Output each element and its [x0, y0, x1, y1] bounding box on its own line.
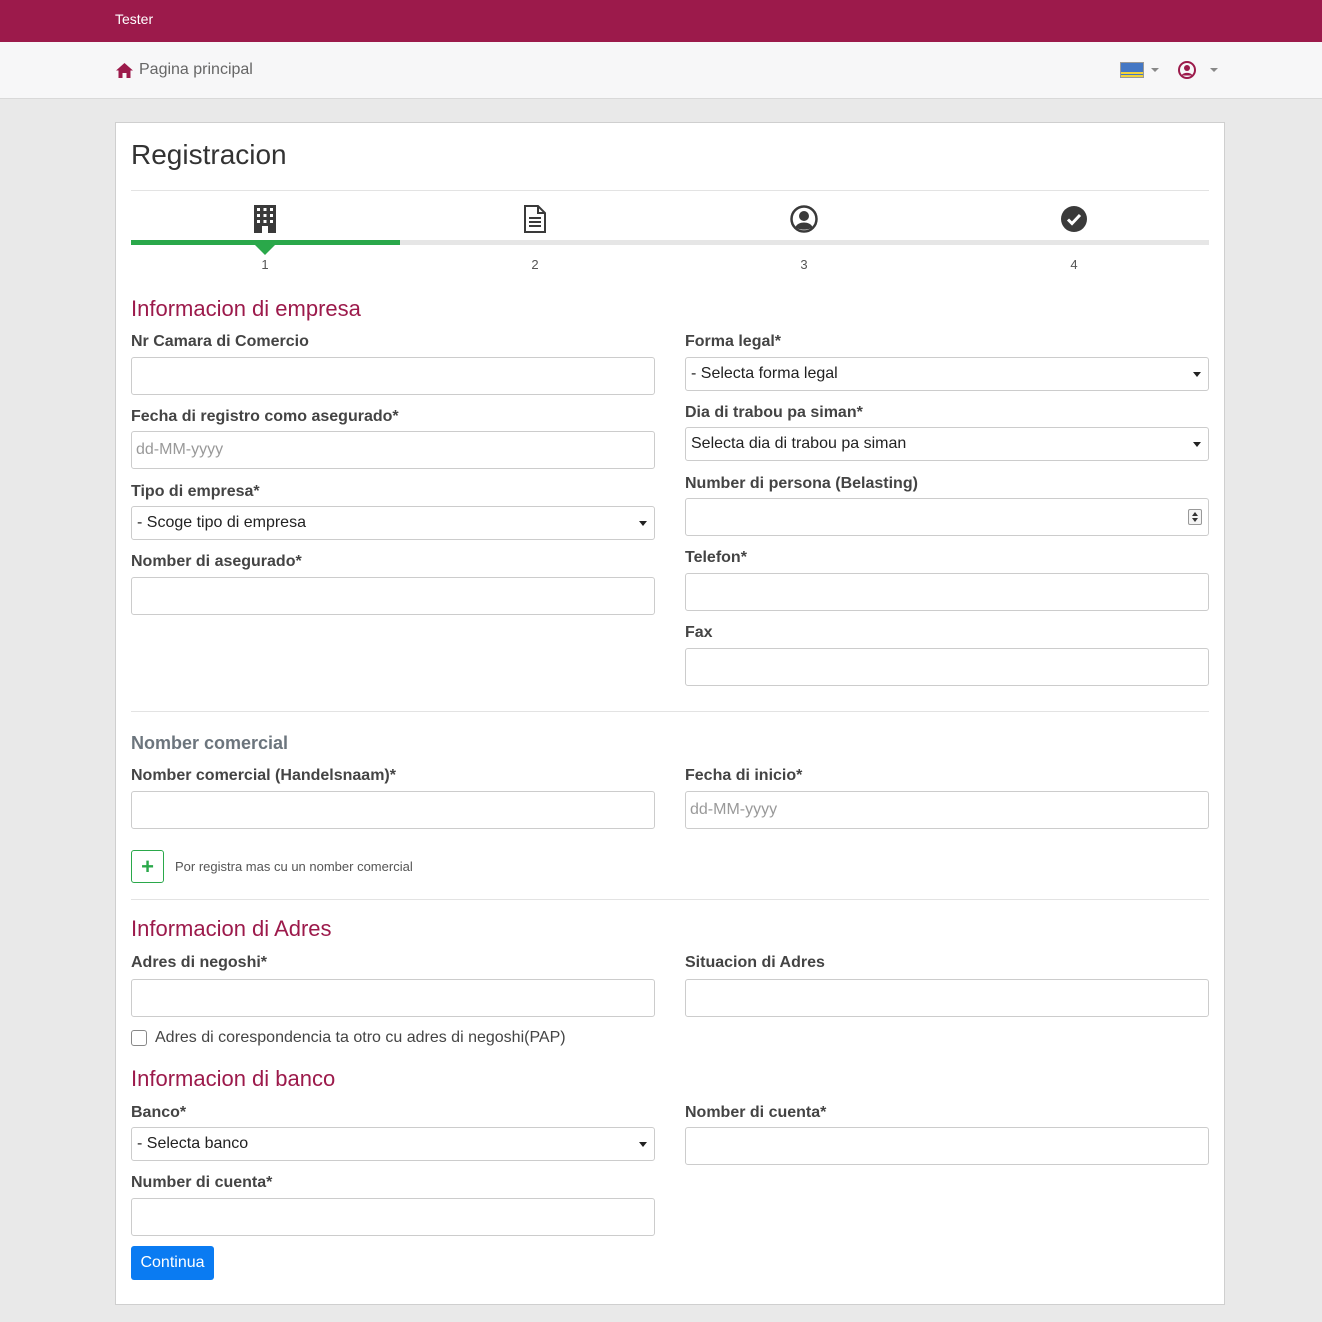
user-circle-icon	[790, 205, 818, 233]
user-menu-dropdown[interactable]	[1178, 61, 1218, 79]
step-1[interactable]	[251, 205, 279, 233]
chevron-down-icon	[639, 521, 647, 526]
number-spinner[interactable]	[1188, 509, 1202, 525]
situacion-adres-input[interactable]	[685, 979, 1209, 1017]
step-4[interactable]	[1060, 205, 1088, 233]
add-comercial-button[interactable]: +	[131, 850, 164, 883]
divider	[131, 899, 1209, 900]
dia-trabou-select[interactable]: Selecta dia di trabou pa siman	[685, 427, 1209, 461]
chevron-down-icon	[1193, 442, 1201, 447]
section-title-comercial: Nomber comercial	[131, 733, 289, 753]
section-title-empresa: Informacion di empresa	[131, 296, 361, 321]
check-circle-icon	[1061, 206, 1087, 232]
aruba-flag-icon	[1120, 62, 1144, 78]
number-persona-label: Number di persona (Belasting)	[685, 475, 918, 492]
step-2[interactable]	[521, 205, 549, 233]
corespondencia-checkbox-label[interactable]: Adres di corespondencia ta otro cu adres…	[155, 1029, 566, 1047]
number-persona-input[interactable]	[685, 498, 1209, 536]
telefon-input[interactable]	[685, 573, 1209, 611]
registration-card: Registracion 1 2 3 4 Informacion di empr…	[115, 122, 1225, 1305]
divider	[131, 711, 1209, 712]
fecha-inicio-label: Fecha di inicio*	[685, 767, 803, 784]
brand-name[interactable]: Tester	[115, 11, 153, 27]
chevron-down-icon	[1210, 68, 1218, 72]
forma-legal-select[interactable]: - Selecta forma legal	[685, 357, 1209, 391]
fax-input[interactable]	[685, 648, 1209, 686]
nr-camara-input[interactable]	[131, 357, 655, 395]
section-title-adres: Informacion di Adres	[131, 916, 332, 941]
dia-trabou-label: Dia di trabou pa siman*	[685, 404, 863, 421]
step-1-number: 1	[261, 257, 269, 272]
step-3[interactable]	[790, 205, 818, 233]
step-progress: 1 2 3 4	[131, 203, 1209, 273]
tipo-empresa-label: Tipo di empresa*	[131, 483, 260, 500]
spinner-down-icon	[1192, 518, 1198, 522]
page-title: Registracion	[131, 139, 287, 170]
step-2-number: 2	[531, 257, 539, 272]
banco-select[interactable]: - Selecta banco	[131, 1127, 655, 1161]
nomber-asegurado-input[interactable]	[131, 577, 655, 615]
banco-value: - Selecta banco	[137, 1135, 249, 1152]
chevron-down-icon	[1193, 372, 1201, 377]
number-cuenta-label: Number di cuenta*	[131, 1174, 273, 1191]
fecha-inicio-input[interactable]: dd-MM-yyyy	[685, 791, 1209, 829]
chevron-down-icon	[639, 1142, 647, 1147]
adres-negoshi-input[interactable]	[131, 979, 655, 1017]
fecha-registro-input[interactable]: dd-MM-yyyy	[131, 431, 655, 469]
section-title-banco: Informacion di banco	[131, 1066, 336, 1091]
forma-legal-value: - Selecta forma legal	[691, 365, 838, 382]
add-comercial-text: Por registra mas cu un nomber comercial	[175, 859, 413, 874]
number-cuenta-input[interactable]	[131, 1198, 655, 1236]
nomber-comercial-label: Nomber comercial (Handelsnaam)*	[131, 767, 396, 784]
tipo-empresa-value: - Scoge tipo di empresa	[137, 514, 306, 531]
building-icon	[254, 205, 276, 233]
nomber-comercial-input[interactable]	[131, 791, 655, 829]
home-link-label: Pagina principal	[139, 61, 253, 78]
adres-negoshi-label: Adres di negoshi*	[131, 954, 268, 971]
step-4-number: 4	[1070, 257, 1078, 272]
home-link[interactable]: Pagina principal	[115, 61, 253, 79]
step-3-number: 3	[800, 257, 808, 272]
dia-trabou-value: Selecta dia di trabou pa siman	[691, 435, 907, 452]
banco-label: Banco*	[131, 1104, 187, 1121]
continue-button[interactable]: Continua	[131, 1246, 214, 1280]
fecha-registro-label: Fecha di registro como asegurado*	[131, 408, 399, 425]
home-icon	[116, 62, 133, 78]
divider	[131, 190, 1209, 191]
fax-label: Fax	[685, 624, 713, 641]
nomber-cuenta-input[interactable]	[685, 1127, 1209, 1165]
nomber-asegurado-label: Nomber di asegurado*	[131, 553, 302, 570]
forma-legal-label: Forma legal*	[685, 333, 782, 350]
document-icon	[524, 205, 546, 233]
situacion-adres-label: Situacion di Adres	[685, 954, 825, 971]
spinner-up-icon	[1192, 512, 1198, 516]
corespondencia-checkbox-row[interactable]: Adres di corespondencia ta otro cu adres…	[131, 1029, 566, 1047]
user-circle-icon	[1178, 61, 1196, 79]
chevron-down-icon	[1151, 68, 1159, 72]
nav-bar: Pagina principal	[0, 42, 1322, 99]
telefon-label: Telefon*	[685, 549, 747, 566]
step-pointer	[255, 245, 275, 255]
tipo-empresa-select[interactable]: - Scoge tipo di empresa	[131, 506, 655, 540]
corespondencia-checkbox[interactable]	[131, 1030, 147, 1046]
top-bar: Tester	[0, 0, 1322, 42]
language-dropdown[interactable]	[1120, 62, 1159, 78]
nr-camara-label: Nr Camara di Comercio	[131, 333, 309, 350]
nomber-cuenta-label: Nomber di cuenta*	[685, 1104, 827, 1121]
